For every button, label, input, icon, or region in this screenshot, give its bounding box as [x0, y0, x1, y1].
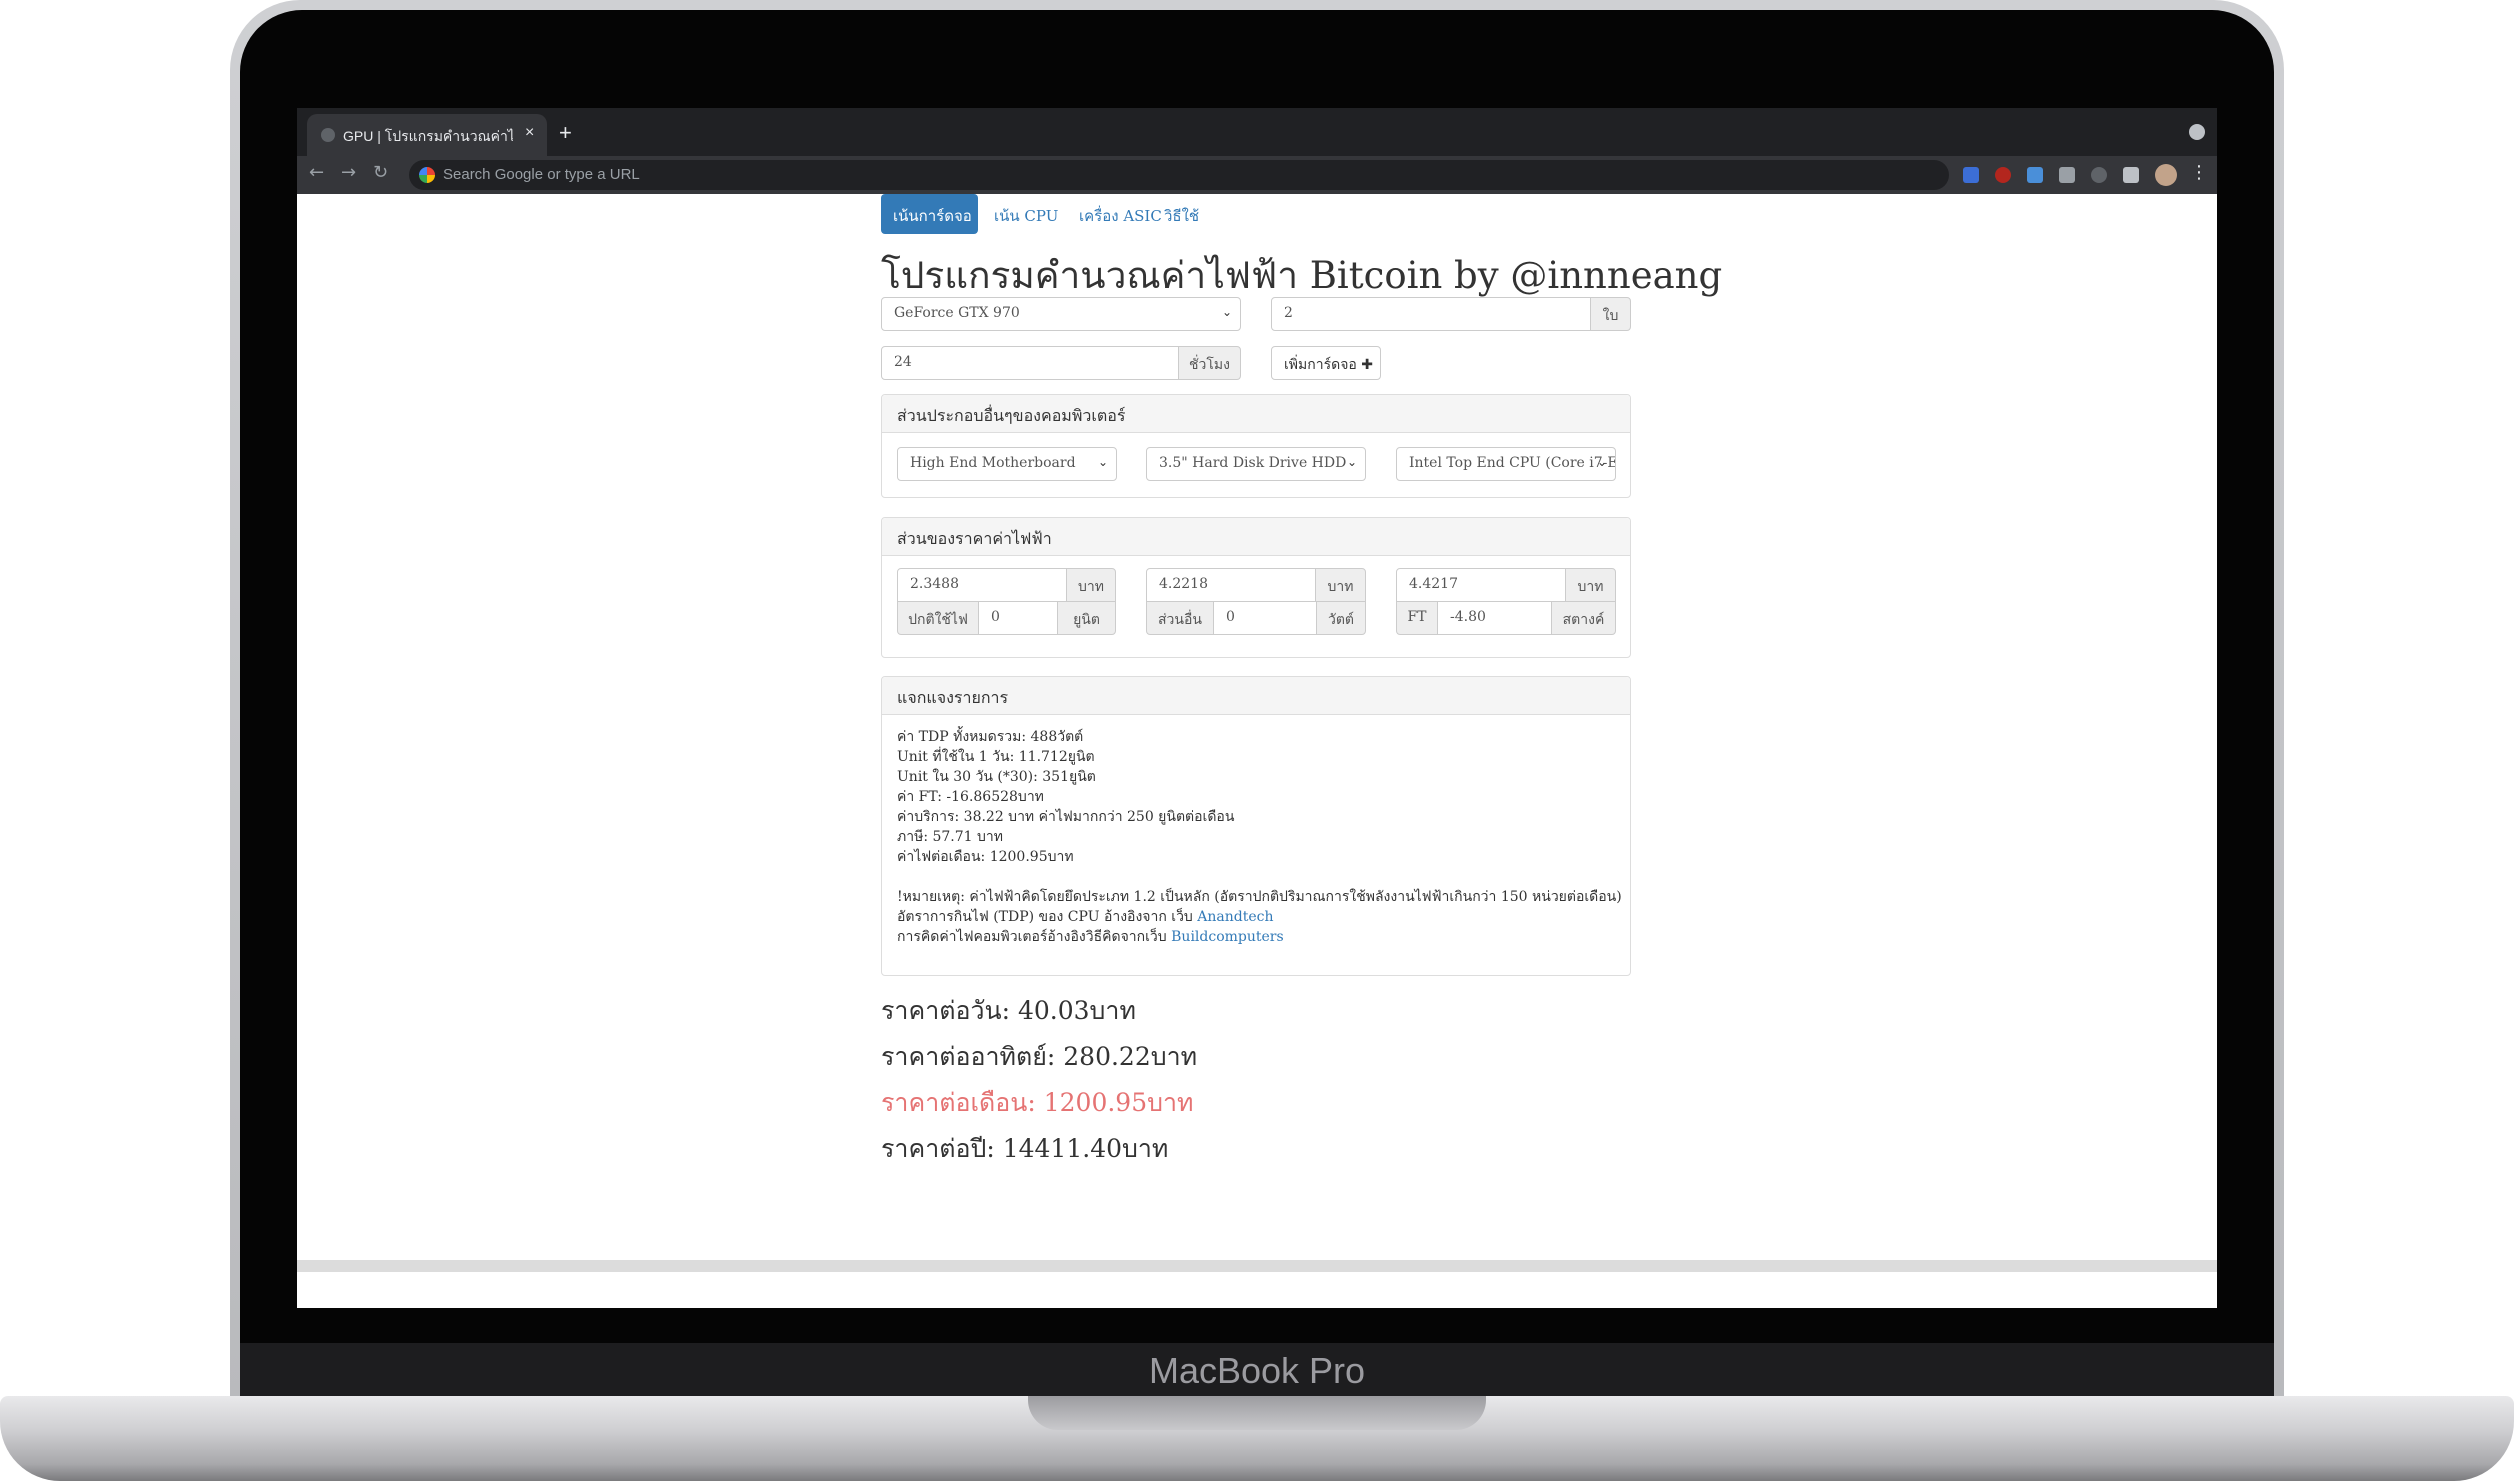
detail-pc-ref: การคิดค่าไฟคอมพิวเตอร์อ้างอิงวิธีคิดจากเ…: [897, 927, 1615, 947]
cpu-select[interactable]: Intel Top End CPU (Core i7-E) ⌄: [1396, 447, 1616, 481]
window-control-icon[interactable]: [2189, 124, 2205, 140]
tab-strip: GPU | โปรแกรมคำนวณค่าไฟฟ้า Bitcoin × +: [297, 108, 2217, 156]
motherboard-select[interactable]: High End Motherboard ⌄: [897, 447, 1117, 481]
rate-3-input[interactable]: 4.4217: [1396, 568, 1566, 602]
detail-note: !หมายเหตุ: ค่าไฟฟ้าคิดโดยยึดประเภท 1.2 เ…: [897, 889, 1622, 905]
avatar[interactable]: [2155, 164, 2177, 186]
back-icon[interactable]: ←: [309, 162, 324, 183]
storage-value: 3.5" Hard Disk Drive HDD: [1159, 455, 1347, 471]
anandtech-link[interactable]: Anandtech: [1197, 909, 1273, 925]
web-page: เน้นการ์ดจอ เน้น CPU เครื่อง ASIC วิธีใช…: [297, 194, 2217, 1308]
globe-icon: [321, 128, 335, 142]
normal-usage-label: ปกติใช้ไฟ: [897, 601, 979, 635]
buildcomputers-link[interactable]: Buildcomputers: [1171, 929, 1284, 945]
ublock-extension-icon[interactable]: [1995, 167, 2011, 183]
browser-tab[interactable]: GPU | โปรแกรมคำนวณค่าไฟฟ้า Bitcoin ×: [307, 114, 547, 156]
chevron-down-icon: ⌄: [1221, 305, 1232, 319]
detail-tdp: ค่า TDP ทั้งหมดรวม: 488วัตต์: [897, 729, 1084, 745]
motherboard-value: High End Motherboard: [910, 455, 1076, 471]
tab-howto[interactable]: วิธีใช้: [1152, 194, 1211, 234]
extension-icon-gray[interactable]: [2091, 167, 2107, 183]
price-per-month: ราคาต่อเดือน: 1200.95บาท: [881, 1088, 1194, 1117]
gpu-model-select[interactable]: GeForce GTX 970 ⌄: [881, 297, 1241, 331]
normal-usage-unit: ยูนิต: [1057, 601, 1116, 635]
hours-unit: ชั่วโมง: [1178, 346, 1241, 380]
ft-label: FT: [1396, 601, 1438, 635]
detail-unit-day: Unit ที่ใช้ใน 1 วัน: 11.712ยูนิต: [897, 749, 1095, 765]
cpu-ref-text: อัตราการกินไฟ (TDP) ของ CPU อ้างอิงจาก เ…: [897, 909, 1193, 925]
other-unit: วัตต์: [1316, 601, 1366, 635]
detail-monthly: ค่าไฟต่อเดือน: 1200.95บาท: [897, 849, 1074, 865]
google-icon: [419, 167, 435, 183]
rate-2-unit: บาท: [1315, 568, 1366, 602]
detail-spacer: [897, 867, 1615, 887]
close-icon[interactable]: ×: [525, 124, 534, 142]
gpu-count-input[interactable]: 2: [1271, 297, 1591, 331]
tab-title: GPU | โปรแกรมคำนวณค่าไฟฟ้า Bitcoin: [343, 128, 513, 144]
electricity-panel: ส่วนของราคาค่าไฟฟ้า 2.3488 บาท ปกติใช้ไฟ…: [881, 517, 1631, 658]
details-body: ค่า TDP ทั้งหมดรวม: 488วัตต์ Unit ที่ใช้…: [882, 715, 1630, 959]
new-tab-button[interactable]: +: [559, 120, 572, 146]
browser-toolbar: ← → ↻ Search Google or type a URL ⋮: [297, 156, 2217, 194]
rate-1-unit: บาท: [1066, 568, 1116, 602]
detail-service: ค่าบริการ: 38.22 บาท ค่าไฟมากกว่า 250 ยู…: [897, 809, 1235, 825]
chevron-down-icon: ⌄: [1596, 455, 1607, 469]
laptop-notch: [1028, 1396, 1486, 1430]
reload-icon[interactable]: ↻: [373, 162, 388, 183]
hours-input[interactable]: 24: [881, 346, 1179, 380]
tab-gpu[interactable]: เน้นการ์ดจอ: [881, 194, 978, 234]
rate-3-unit: บาท: [1565, 568, 1616, 602]
detail-cpu-ref: อัตราการกินไฟ (TDP) ของ CPU อ้างอิงจาก เ…: [897, 907, 1615, 927]
details-panel: แจกแจงรายการ ค่า TDP ทั้งหมดรวม: 488วัตต…: [881, 676, 1631, 976]
details-heading: แจกแจงรายการ: [882, 677, 1630, 715]
price-per-day: ราคาต่อวัน: 40.03บาท: [881, 996, 1136, 1025]
tab-cpu[interactable]: เน้น CPU: [982, 194, 1070, 234]
device-label: MacBook Pro: [1148, 1350, 1366, 1391]
gpu-count-unit: ใบ: [1590, 297, 1631, 331]
price-per-year: ราคาต่อปี: 14411.40บาท: [881, 1134, 1169, 1163]
pc-ref-text: การคิดค่าไฟคอมพิวเตอร์อ้างอิงวิธีคิดจากเ…: [897, 929, 1167, 945]
normal-usage-input[interactable]: 0: [978, 601, 1058, 635]
storage-select[interactable]: 3.5" Hard Disk Drive HDD ⌄: [1146, 447, 1366, 481]
page-footer-bar: [297, 1260, 2217, 1272]
detail-ft: ค่า FT: -16.86528บาท: [897, 789, 1044, 805]
components-heading: ส่วนประกอบอื่นๆของคอมพิวเตอร์: [882, 395, 1630, 433]
chevron-down-icon: ⌄: [1346, 455, 1357, 469]
forward-icon[interactable]: →: [341, 162, 356, 183]
detail-tax: ภาษี: 57.71 บาท: [897, 829, 1003, 845]
address-placeholder: Search Google or type a URL: [443, 166, 640, 183]
components-body: High End Motherboard ⌄ 3.5" Hard Disk Dr…: [882, 433, 1630, 497]
address-bar[interactable]: Search Google or type a URL: [409, 160, 1949, 190]
rate-2-input[interactable]: 4.2218: [1146, 568, 1316, 602]
electricity-heading: ส่วนของราคาค่าไฟฟ้า: [882, 518, 1630, 556]
components-panel: ส่วนประกอบอื่นๆของคอมพิวเตอร์ High End M…: [881, 394, 1631, 498]
puzzle-icon[interactable]: [2123, 167, 2139, 183]
price-per-week: ราคาต่ออาทิตย์: 280.22บาท: [881, 1042, 1198, 1071]
detail-unit-month: Unit ใน 30 วัน (*30): 351ยูนิต: [897, 769, 1096, 785]
ft-input[interactable]: -4.80: [1437, 601, 1552, 635]
browser-window: GPU | โปรแกรมคำนวณค่าไฟฟ้า Bitcoin × + ←…: [297, 108, 2217, 1308]
extension-icon[interactable]: [2027, 167, 2043, 183]
other-input[interactable]: 0: [1213, 601, 1317, 635]
chevron-down-icon: ⌄: [1097, 455, 1108, 469]
rate-1-input[interactable]: 2.3488: [897, 568, 1067, 602]
other-label: ส่วนอื่น: [1146, 601, 1214, 635]
cpu-value: Intel Top End CPU (Core i7-E): [1409, 455, 1616, 471]
ft-unit: สตางค์: [1551, 601, 1616, 635]
camera-extension-icon[interactable]: [2059, 167, 2075, 183]
electricity-body: 2.3488 บาท ปกติใช้ไฟ 0 ยูนิต 4.2218 บาท …: [882, 556, 1630, 657]
menu-icon[interactable]: ⋮: [2190, 162, 2208, 183]
bitwarden-extension-icon[interactable]: [1963, 167, 1979, 183]
gpu-model-value: GeForce GTX 970: [894, 305, 1020, 321]
add-gpu-button[interactable]: เพิ่มการ์ดจอ ✚: [1271, 346, 1381, 380]
